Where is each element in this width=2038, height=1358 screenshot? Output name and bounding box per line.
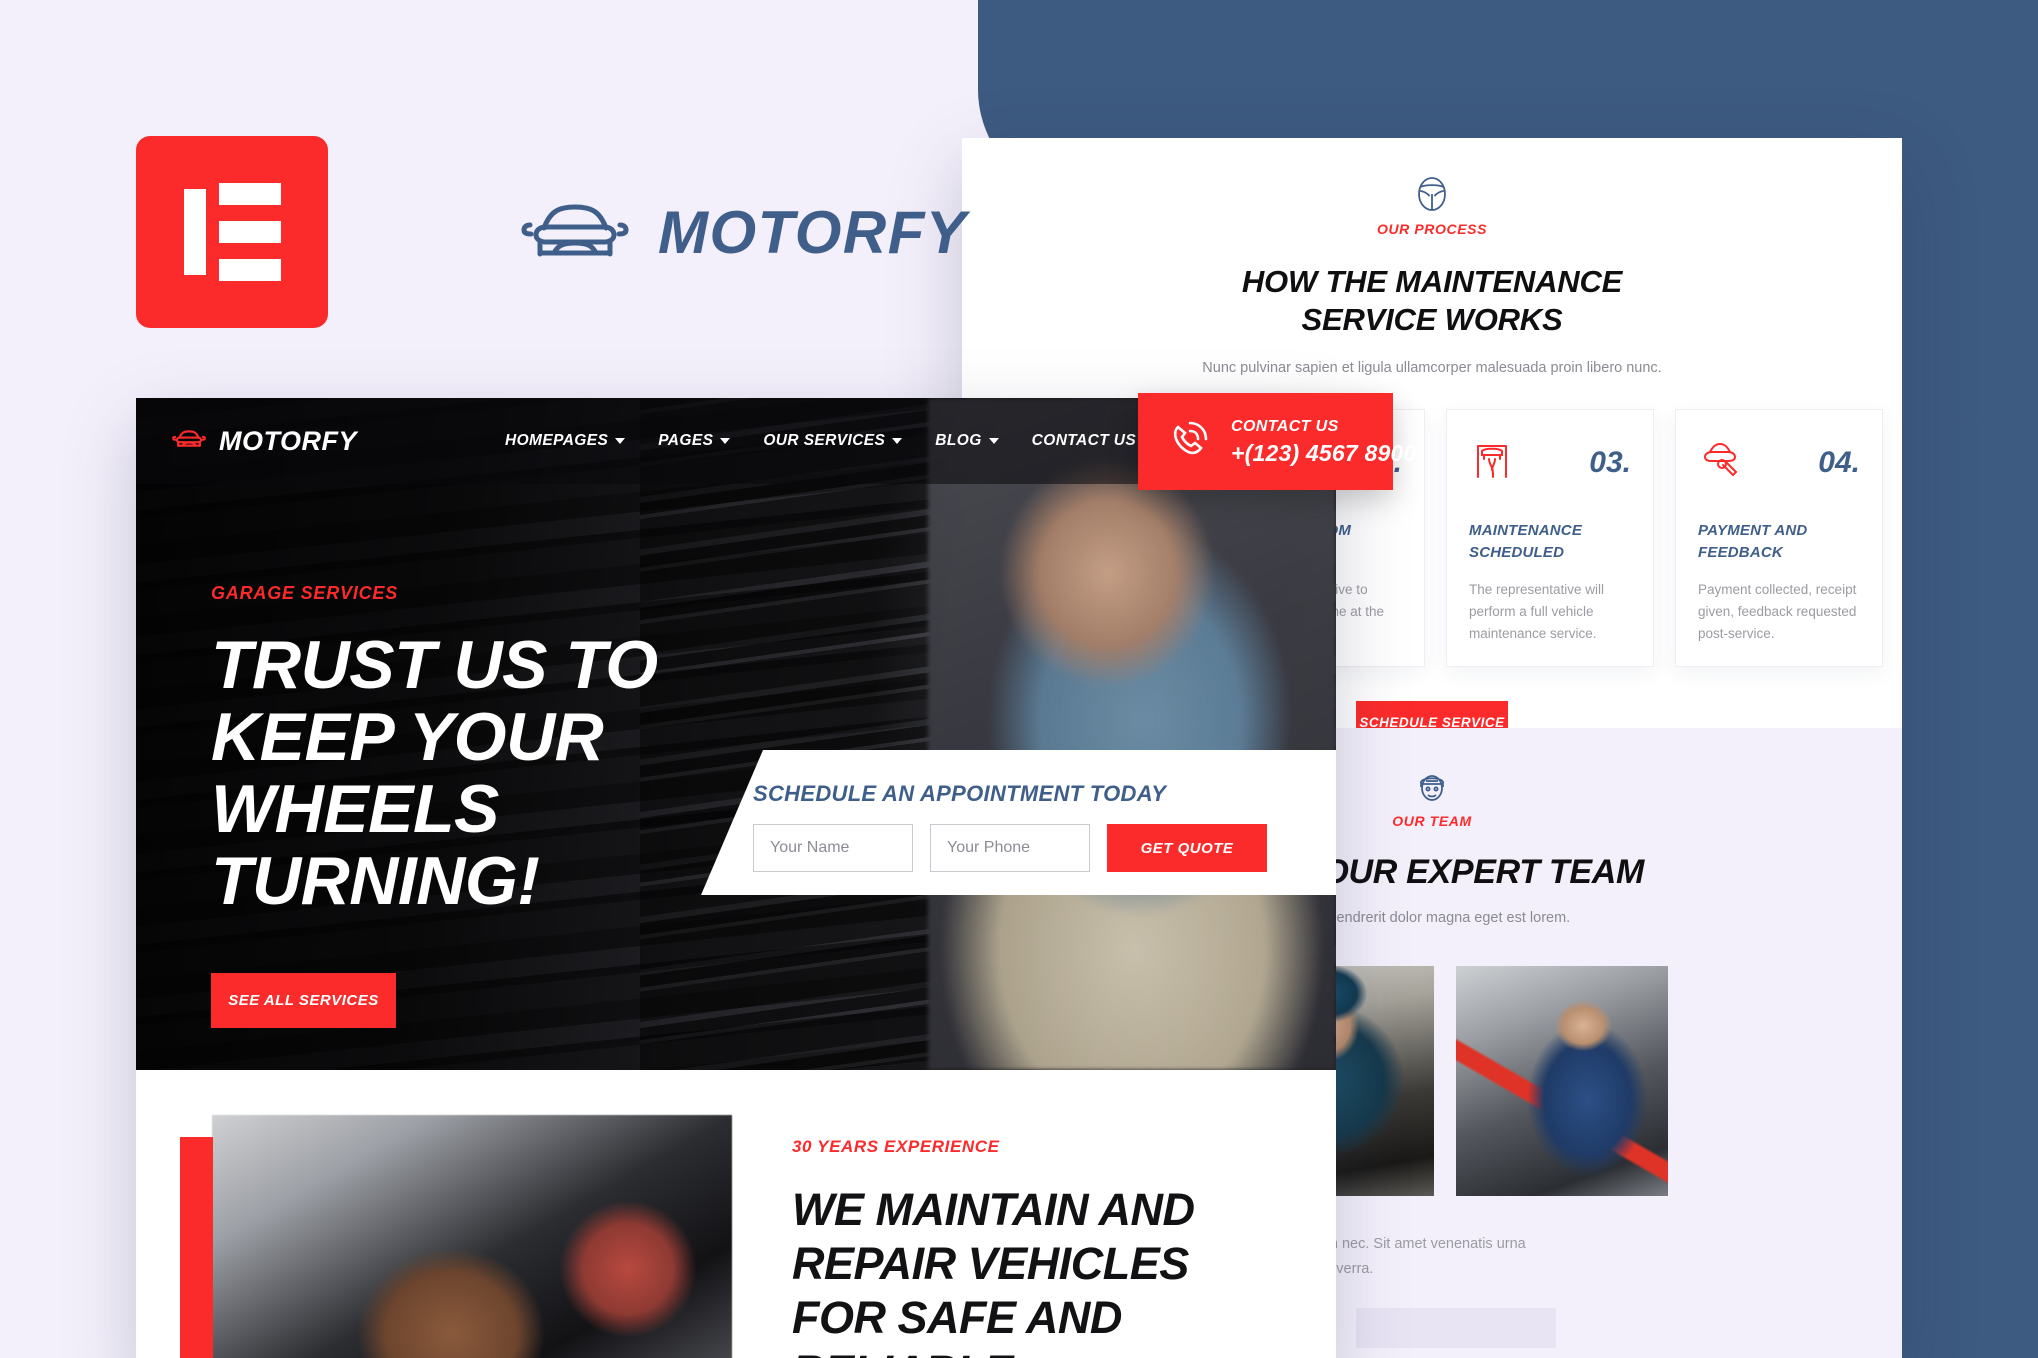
team-placeholder-2	[1356, 1307, 1556, 1348]
see-all-services-button[interactable]: SEE ALL SERVICES	[211, 973, 396, 1029]
nav-item-our-services-label: OUR SERVICES	[763, 432, 886, 449]
nav-item-contact-us-label: CONTACT US	[1031, 432, 1137, 449]
contact-label: CONTACT US	[1231, 418, 1339, 436]
process-subheading: Nunc pulvinar sapien et ligula ullamcorp…	[1202, 359, 1662, 376]
hero-eyebrow: GARAGE SERVICES	[211, 583, 399, 603]
about-photo-wrap	[180, 1115, 732, 1358]
process-heading: HOW THE MAINTENANCE SERVICE WORKS	[1241, 264, 1623, 338]
hero-section: MOTORFY HOMEPAGES PAGES OUR SERVICES BLO…	[136, 398, 1336, 1070]
elementor-logo-bar-3	[218, 259, 281, 281]
contact-number: +(123) 4567 8900	[1231, 440, 1417, 467]
chevron-down-icon	[892, 438, 903, 444]
nav-item-contact-us[interactable]: CONTACT US	[1032, 432, 1136, 450]
nav-item-homepages-label: HOMEPAGES	[505, 432, 609, 449]
car-front-icon	[520, 194, 630, 271]
site-logo[interactable]: MOTORFY	[172, 426, 357, 457]
about-section: 30 YEARS EXPERIENCE WE MAINTAIN AND REPA…	[136, 1070, 1336, 1358]
process-card-3-title: MAINTENANCE SCHEDULED	[1469, 521, 1583, 561]
about-text-block: 30 YEARS EXPERIENCE WE MAINTAIN AND REPA…	[792, 1115, 1262, 1358]
chevron-down-icon	[988, 438, 999, 444]
nav-item-our-services[interactable]: OUR SERVICES	[763, 432, 903, 450]
process-card-4-number: 04.	[1818, 445, 1860, 479]
process-eyebrow: OUR PROCESS	[1376, 221, 1488, 237]
elementor-logo	[136, 136, 328, 328]
nav-item-blog-label: BLOG	[935, 432, 982, 449]
phone-input[interactable]	[930, 824, 1090, 872]
about-eyebrow: 30 YEARS EXPERIENCE	[792, 1137, 1000, 1156]
contact-texts: CONTACT US +(123) 4567 8900	[1231, 415, 1416, 468]
car-front-icon	[172, 427, 206, 455]
hero-text-block: GARAGE SERVICES TRUST US TO KEEP YOUR WH…	[211, 583, 811, 1029]
product-name: MOTORFY	[658, 198, 968, 266]
motorfy-lockup: MOTORFY	[520, 194, 967, 271]
phone-icon	[1164, 414, 1214, 469]
site-logo-text: MOTORFY	[219, 425, 357, 456]
appointment-panel: SCHEDULE AN APPOINTMENT TODAY GET QUOTE	[701, 750, 1336, 895]
nav-item-blog[interactable]: BLOG	[935, 432, 999, 450]
elementor-logo-bar-vertical	[183, 189, 206, 275]
process-card-3[interactable]: 03. MAINTENANCE SCHEDULED The representa…	[1446, 408, 1654, 667]
process-card-4-top: 04.	[1698, 432, 1860, 494]
process-card-4-desc: Payment collected, receipt given, feedba…	[1698, 582, 1857, 642]
nav-item-pages-label: PAGES	[658, 432, 714, 449]
contact-us-button[interactable]: CONTACT US +(123) 4567 8900	[1138, 393, 1416, 490]
website-preview-card: MOTORFY HOMEPAGES PAGES OUR SERVICES BLO…	[136, 398, 1336, 1358]
branding-row: MOTORFY	[136, 136, 967, 328]
name-input[interactable]	[753, 824, 913, 872]
elementor-logo-bar-1	[218, 183, 281, 205]
site-nav-menu: HOMEPAGES PAGES OUR SERVICES BLOG CONTAC…	[505, 432, 1136, 450]
appointment-title: SCHEDULE AN APPOINTMENT TODAY	[753, 781, 1167, 806]
elementor-logo-bars	[218, 183, 281, 281]
about-heading: WE MAINTAIN AND REPAIR VEHICLES FOR SAFE…	[792, 1184, 1195, 1358]
process-card-4-title: PAYMENT AND FEEDBACK	[1698, 521, 1808, 561]
elementor-logo-bar-2	[218, 221, 281, 243]
process-card-3-number: 03.	[1589, 445, 1631, 479]
nav-item-pages[interactable]: PAGES	[658, 432, 731, 450]
appointment-form: GET QUOTE	[753, 824, 1336, 872]
get-quote-button[interactable]: GET QUOTE	[1107, 824, 1267, 872]
steering-wheel-icon	[962, 176, 1902, 212]
car-key-icon	[1698, 437, 1744, 488]
process-card-3-top: 03.	[1469, 432, 1631, 494]
nav-item-homepages[interactable]: HOMEPAGES	[505, 432, 626, 450]
about-accent-bar	[180, 1137, 213, 1358]
process-card-3-desc: The representative will perform a full v…	[1469, 582, 1605, 642]
chevron-down-icon	[615, 438, 626, 444]
about-photo	[212, 1115, 732, 1358]
chevron-down-icon	[720, 438, 731, 444]
team-photo-3	[1456, 966, 1668, 1196]
process-card-4[interactable]: 04. PAYMENT AND FEEDBACK Payment collect…	[1675, 408, 1883, 667]
car-lift-icon	[1469, 437, 1515, 488]
